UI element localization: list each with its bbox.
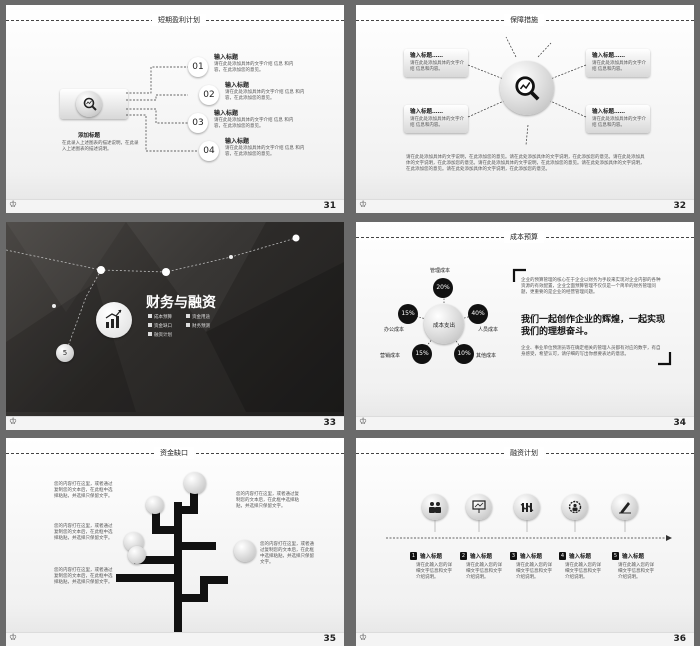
highlight-quote: 我们一起创作企业的辉煌，一起实现我们的理想奋斗。	[521, 315, 666, 337]
slide-32[interactable]: 保障措施 输入标题…… 请在此处添加具体的文字介绍 信息和内容。 输入标题…… …	[356, 5, 694, 213]
timeline-path	[6, 234, 300, 353]
menu-label: 资金用途	[192, 315, 210, 320]
step-title: 输入标题	[622, 554, 645, 560]
step-number-01: 01	[188, 57, 208, 77]
slide-footer: ♔ 33	[6, 416, 344, 430]
slide-footer: ♔ 35	[6, 632, 344, 646]
crown-icon: ♔	[359, 200, 368, 210]
step-number: 5	[612, 552, 619, 560]
note-text-1: 您的内容打在这里，或者通过复制您的文本后，在此框中选择粘贴，并选择只保留文字。	[54, 482, 113, 499]
connector-lines	[126, 66, 198, 152]
magnifier-chart-icon	[515, 76, 540, 101]
crown-icon: ♔	[9, 633, 18, 643]
item-text-4: 请在此处添加具体的文字介绍 信息 和内容，在此添加您的意见。	[225, 146, 305, 157]
step-number: 1	[410, 552, 417, 560]
item-text-2: 请在此处添加具体的文字介绍 信息 和内容，在此添加您的意见。	[225, 90, 305, 101]
step-title: 输入标题	[520, 554, 543, 560]
menu-label: 财务预测	[192, 324, 210, 329]
menu-item-5[interactable]: 财务预测	[186, 323, 210, 329]
intro-paragraph: 企业的预算管理的核心在于企业以财务为手段来实现对企业内部的各种资源的有效配置，企…	[521, 278, 661, 295]
menu-label: 成本预算	[154, 315, 172, 320]
slide-footer: ♔ 31	[6, 199, 344, 213]
slide-31[interactable]: 短期盈利计划 添加标题 在此录入上述图表的描述说明，在此录入上述图表的描述说明。…	[6, 5, 344, 213]
crown-icon: ♔	[9, 200, 18, 210]
step-text: 请在此输入您的详细文字信息和文字介绍说明。	[516, 563, 552, 580]
step-text: 请在此输入您的详细文字信息和文字介绍说明。	[618, 563, 654, 580]
step-title: 输入标题	[470, 554, 493, 560]
slide-footer: ♔ 32	[356, 199, 694, 213]
marker-stems	[434, 520, 626, 532]
branch-node-2	[146, 496, 164, 514]
step-badge: 5	[56, 344, 74, 362]
item-text-1: 请在此处添加具体的文字介绍 信息 和内容，在此添加您的意见。	[214, 62, 294, 73]
slide-35[interactable]: 资金缺口 您的内容打在这里，或者通过复制您的文本后，在此框中选择粘贴，并选择只保…	[6, 438, 344, 646]
page-number: 31	[323, 201, 336, 211]
step-number: 2	[460, 552, 467, 560]
item-title-2: 输入标题	[225, 82, 250, 89]
note-text-2: 您的内容打在这里，或者通过复制您的文本后，在此框中选择粘贴，并选择只保留文字。	[54, 524, 113, 541]
settings-person-icon	[568, 500, 582, 514]
menu-label: 融资计划	[154, 333, 172, 338]
page-number: 35	[323, 634, 336, 644]
branch-node-1	[184, 472, 206, 494]
item-title-1: 输入标题	[214, 54, 239, 61]
people-icon	[429, 502, 441, 513]
menu-item-4[interactable]: 资金用途	[186, 314, 210, 320]
bottom-text: 请在此处添加具体的文字说明，在此添加您的意见。请在此处添加具体的文字说明，在此添…	[406, 155, 645, 172]
step-title: 输入标题	[420, 554, 443, 560]
step-text: 请在此输入您的详细文字信息和文字介绍说明。	[416, 563, 452, 580]
item-title-3: 输入标题	[214, 110, 239, 117]
page-number: 32	[673, 201, 686, 211]
branch-node-5	[234, 540, 256, 562]
closing-paragraph: 企业、事业单位预测员等在确定相关的管理人员都有对应的数字，有自身感受，希望认可，…	[521, 346, 661, 357]
page-number: 34	[673, 418, 686, 428]
page-number: 36	[673, 634, 686, 644]
step-number-04: 04	[199, 141, 219, 161]
crown-icon: ♔	[9, 417, 18, 427]
step-number-03: 03	[188, 113, 208, 133]
step-number: 4	[559, 552, 566, 560]
crown-icon: ♔	[359, 417, 368, 427]
step-number-02: 02	[199, 85, 219, 105]
menu-item-1[interactable]: 成本预算	[148, 314, 172, 320]
chart-down-icon	[520, 503, 534, 512]
slide-footer: ♔ 36	[356, 632, 694, 646]
branch-node-4	[128, 546, 146, 564]
item-title-4: 输入标题	[225, 138, 250, 145]
note-text-3: 您的内容打在这里，或者通过复制您的文本后，在此框中选择粘贴，并选择只保留文字。	[54, 568, 113, 585]
menu-label: 资金缺口	[154, 324, 172, 329]
slide-34[interactable]: 成本预算 成本支出 20% 管理成本 40% 人员成本 10% 其他成本 15%…	[356, 222, 694, 430]
page-number: 33	[323, 418, 336, 428]
slide-footer: ♔ 34	[356, 416, 694, 430]
item-text-3: 请在此处添加具体的文字介绍 信息 和内容，在此添加您的意见。	[214, 118, 294, 129]
step-title: 输入标题	[569, 554, 592, 560]
note-text-5: 您的内容打在这里，或者通过复制您的文本后，在此框中选择粘贴，并选择只保留文字。	[260, 542, 314, 565]
slide-33[interactable]: 5 财务与融资 成本预算 资金缺口 融资计划 资金用途 财务预测 ♔ 33	[6, 222, 344, 430]
menu-item-3[interactable]: 融资计划	[148, 332, 172, 338]
step-number: 3	[510, 552, 517, 560]
section-title: 财务与融资	[146, 295, 216, 311]
step-text: 请在此输入您的详细文字信息和文字介绍说明。	[565, 563, 601, 580]
menu-item-2[interactable]: 资金缺口	[148, 323, 172, 329]
presentation-icon	[472, 500, 486, 513]
pen-icon	[619, 502, 631, 514]
crown-icon: ♔	[359, 633, 368, 643]
slide-36[interactable]: 融资计划 1 输入标题 请在此输入您的详细文字信息和文字介绍说明。 2 输入标题…	[356, 438, 694, 646]
note-text-4: 您的内容打在这里，或者通过复制您的文本后，在此框中选择粘贴，并选择只保留文字。	[236, 492, 299, 509]
growth-chart-icon	[105, 309, 122, 328]
step-text: 请在此输入您的详细文字信息和文字介绍说明。	[466, 563, 502, 580]
